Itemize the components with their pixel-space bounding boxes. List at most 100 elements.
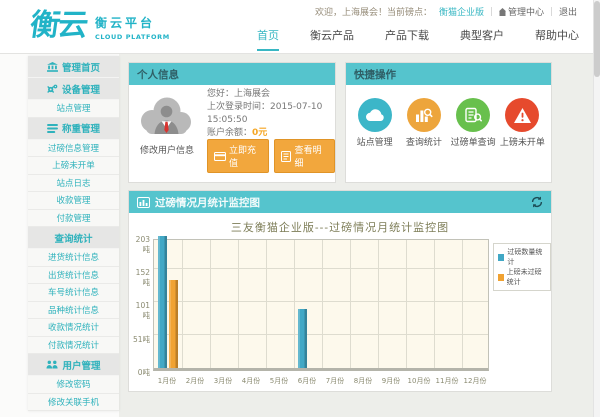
scrollbar[interactable] bbox=[593, 0, 600, 417]
sidebar-item[interactable]: 站点日志 bbox=[28, 175, 119, 193]
bar-过磅数量统计-1月份 bbox=[158, 236, 167, 368]
separator bbox=[491, 7, 492, 16]
y-tick-label: 101吨 bbox=[129, 301, 150, 321]
gridline bbox=[294, 240, 295, 368]
balance-value: 0元 bbox=[252, 128, 267, 138]
nav-item[interactable]: 首页 bbox=[257, 27, 279, 51]
sidebar-item[interactable]: 付款管理 bbox=[28, 210, 119, 228]
x-tick-label: 4月份 bbox=[237, 376, 265, 386]
warning-icon bbox=[505, 98, 539, 132]
sidebar-section[interactable]: 查询统计 bbox=[28, 227, 119, 249]
recharge-button[interactable]: 立即充值 bbox=[207, 139, 269, 173]
doc-search-icon bbox=[456, 98, 490, 132]
sidebar-item[interactable]: 收款情况统计 bbox=[28, 319, 119, 337]
gridline bbox=[154, 301, 488, 302]
view-detail-button[interactable]: 查看明细 bbox=[274, 139, 335, 173]
chart-body: 三友衡猫企业版---过磅情况月统计监控图 0吨51吨101吨152吨203吨 1… bbox=[129, 213, 551, 391]
building-icon bbox=[499, 8, 506, 16]
gridline bbox=[266, 240, 267, 368]
sidebar-item-label: 上磅未开单 bbox=[52, 159, 95, 171]
sidebar-item[interactable]: 车号统计信息 bbox=[28, 284, 119, 302]
quick-action-label: 查询统计 bbox=[400, 138, 448, 149]
refresh-icon[interactable] bbox=[531, 196, 543, 208]
quick-action[interactable]: 站点管理 bbox=[351, 98, 399, 182]
sidebar-item[interactable]: 进货统计信息 bbox=[28, 249, 119, 267]
user-topbar: 欢迎，上海展会！当前磅点： 衡猫企业版 管理中心 退出 bbox=[315, 5, 577, 18]
card-icon bbox=[214, 152, 226, 161]
sidebar-item-label: 出货统计信息 bbox=[48, 269, 99, 281]
nav-item[interactable]: 帮助中心 bbox=[535, 27, 579, 51]
chart-panel: 过磅情况月统计监控图 三友衡猫企业版---过磅情况月统计监控图 0吨51吨101… bbox=[128, 190, 552, 392]
welcome-text: 欢迎，上海展会！当前磅点： bbox=[315, 5, 432, 18]
sidebar-item[interactable]: 上磅未开单 bbox=[28, 157, 119, 175]
sidebar-item-label: 付款管理 bbox=[56, 212, 90, 224]
sidebar-item-label: 修改关联手机 bbox=[48, 396, 99, 408]
balance-label: 账户余额： bbox=[207, 128, 252, 138]
gears-icon bbox=[47, 84, 58, 94]
legend-swatch bbox=[498, 274, 504, 281]
users-icon bbox=[46, 360, 58, 369]
nav-item[interactable]: 衡云产品 bbox=[310, 27, 354, 51]
sidebar-section[interactable]: 用户管理 bbox=[28, 354, 119, 376]
sidebar: 管理首页设备管理站点管理称重管理过磅信息管理上磅未开单站点日志收款管理付款管理查… bbox=[28, 56, 119, 411]
bar-chart-icon bbox=[137, 197, 150, 208]
quick-action-label: 过磅单查询 bbox=[449, 138, 497, 149]
gridline bbox=[350, 240, 351, 368]
sidebar-item[interactable]: 付款情况统计 bbox=[28, 337, 119, 355]
sidebar-section[interactable]: 设备管理 bbox=[28, 78, 119, 100]
scrollbar-thumb[interactable] bbox=[594, 1, 600, 77]
sidebar-item-label: 用户管理 bbox=[62, 358, 100, 372]
x-tick-label: 9月份 bbox=[377, 376, 405, 386]
document-icon bbox=[281, 151, 291, 162]
sidebar-item[interactable]: 站点管理 bbox=[28, 100, 119, 118]
y-tick-label: 203吨 bbox=[129, 235, 150, 255]
quick-action[interactable]: 过磅单查询 bbox=[449, 98, 497, 182]
logo-subtitle: CLOUD PLATFORM bbox=[95, 33, 170, 41]
chart-title: 三友衡猫企业版---过磅情况月统计监控图 bbox=[129, 219, 551, 235]
sidebar-item-label: 过磅信息管理 bbox=[48, 142, 99, 154]
legend-label: 上磅未过磅统计 bbox=[507, 267, 546, 287]
admin-center-label: 管理中心 bbox=[508, 5, 544, 18]
top-header: 衡云 衡云平台 CLOUD PLATFORM 欢迎，上海展会！当前磅点： 衡猫企… bbox=[0, 0, 593, 54]
cloud-icon bbox=[358, 98, 392, 132]
sidebar-item-label: 收款管理 bbox=[56, 194, 90, 206]
quick-actions-panel: 快捷操作 站点管理查询统计过磅单查询上磅未开单 bbox=[345, 62, 552, 183]
greeting-text: 您好：上海展会 bbox=[207, 88, 331, 101]
nav-item[interactable]: 产品下载 bbox=[385, 27, 429, 51]
nav-item[interactable]: 典型客户 bbox=[460, 27, 504, 51]
sidebar-item-label: 品种统计信息 bbox=[48, 304, 99, 316]
bar-上磅未过磅统计-1月份 bbox=[169, 280, 178, 368]
quick-action[interactable]: 上磅未开单 bbox=[498, 98, 546, 182]
sidebar-item[interactable]: 收款管理 bbox=[28, 192, 119, 210]
x-tick-label: 6月份 bbox=[293, 376, 321, 386]
profile-panel-body: 修改用户信息 您好：上海展会 上次登录时间：2015-07-10 15:05:5… bbox=[129, 85, 335, 182]
sidebar-item[interactable]: 出货统计信息 bbox=[28, 267, 119, 285]
sidebar-section[interactable]: 称重管理 bbox=[28, 118, 119, 140]
sidebar-item[interactable]: 过磅信息管理 bbox=[28, 140, 119, 158]
sidebar-item[interactable]: 修改关联手机 bbox=[28, 394, 119, 412]
sidebar-item-label: 站点日志 bbox=[56, 177, 90, 189]
edition-link[interactable]: 衡猫企业版 bbox=[439, 5, 484, 18]
x-tick-label: 11月份 bbox=[433, 376, 461, 386]
y-tick-label: 152吨 bbox=[129, 268, 150, 288]
x-tick-label: 1月份 bbox=[153, 376, 181, 386]
page: 衡云 衡云平台 CLOUD PLATFORM 欢迎，上海展会！当前磅点： 衡猫企… bbox=[0, 0, 600, 417]
quick-action[interactable]: 查询统计 bbox=[400, 98, 448, 182]
gridline bbox=[434, 240, 435, 368]
sidebar-item[interactable]: 品种统计信息 bbox=[28, 302, 119, 320]
edit-user-link[interactable]: 修改用户信息 bbox=[129, 143, 205, 156]
sidebar-item[interactable]: 修改密码 bbox=[28, 376, 119, 394]
chart-panel-header: 过磅情况月统计监控图 bbox=[129, 191, 551, 213]
gridline bbox=[210, 240, 211, 368]
admin-center-link[interactable]: 管理中心 bbox=[499, 5, 544, 18]
sidebar-section[interactable]: 管理首页 bbox=[28, 56, 119, 78]
sidebar-item-label: 站点管理 bbox=[56, 102, 90, 114]
x-tick-label: 8月份 bbox=[349, 376, 377, 386]
list-icon bbox=[47, 124, 58, 133]
separator bbox=[551, 7, 552, 16]
profile-panel: 个人信息 修改用户信息 您好：上海展会 上次登录时间：2015-07-10 15… bbox=[128, 62, 336, 183]
logout-link[interactable]: 退出 bbox=[559, 5, 577, 18]
sidebar-item-label: 车号统计信息 bbox=[48, 286, 99, 298]
sidebar-item-label: 修改密码 bbox=[56, 378, 90, 390]
legend-item: 上磅未过磅统计 bbox=[498, 267, 546, 287]
